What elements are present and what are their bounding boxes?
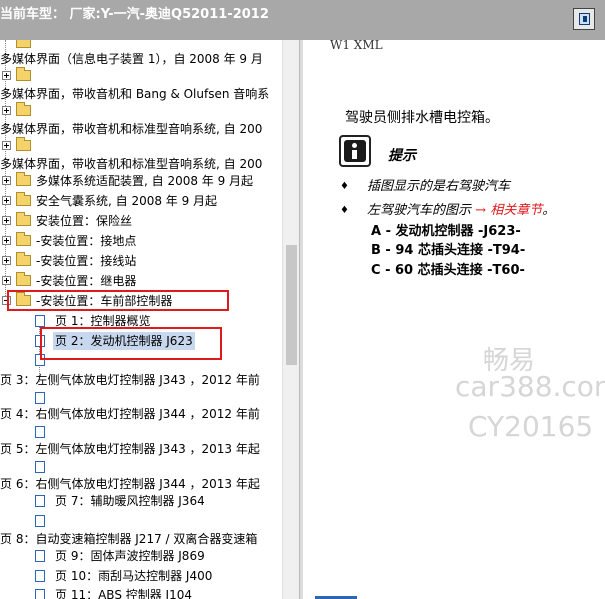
tree-item-folder[interactable] [0,102,282,120]
tree-item-fuse[interactable]: 安装位置：保险丝 [0,212,282,230]
legend-item-a: A - 发动机控制器 -J623- [371,224,521,239]
highlight-box [7,290,229,311]
related-section-link[interactable]: 相关章节 [490,203,542,218]
folder-icon [16,232,31,246]
folder-icon [16,192,31,206]
tree-item-multimedia-bo[interactable]: 多媒体界面，带收音机和 Bang & Olufsen 音响系 [0,85,282,103]
tree-item-multimedia-std-2[interactable]: 多媒体界面，带收音机和标准型音响系统, 自 200 [0,155,282,173]
tree-item-page-10[interactable]: 页 10：雨刮马达控制器 J400 [0,567,282,585]
folder-icon [16,67,31,81]
page-icon [35,461,45,473]
tree-item-ground[interactable]: -安装位置：接地点 [0,232,282,250]
tree-item-adapter[interactable]: 多媒体系统适配装置, 自 2008 年 9 月起 [0,172,282,190]
expand-icon[interactable] [2,236,11,245]
folder-icon [16,252,31,266]
page-icon [35,315,45,327]
page-icon [35,495,45,507]
highlight-box [40,327,222,360]
tree-item-multimedia-std-1[interactable]: 多媒体界面，带收音机和标准型音响系统, 自 200 [0,120,282,138]
page-icon [35,426,45,438]
expand-icon[interactable] [2,276,11,285]
expand-icon[interactable] [2,141,11,150]
tree-scrollbar[interactable] [282,40,300,599]
expand-icon[interactable] [2,196,11,205]
arrow-icon: → [475,203,487,218]
tree-item-page-3[interactable]: 页 3：左侧气体放电灯控制器 J343 ，2012 年前 [0,371,282,389]
page-icon [35,515,45,527]
tree-item-page-5[interactable]: 页 5：左侧气体放电灯控制器 J343 ，2013 年起 [0,440,282,458]
folder-icon [16,102,31,116]
tree-item-page-9[interactable]: 页 9：固体声波控制器 J869 [0,547,282,565]
bullet-text-link: 左驾驶汽车的图示 → 相关章节。 [367,203,556,218]
tree-item-folder[interactable] [0,67,282,85]
expand-icon[interactable] [2,71,11,80]
tree-item-page-4[interactable]: 页 4：右侧气体放电灯控制器 J344 ，2012 年前 [0,405,282,423]
info-icon [339,135,371,167]
folder-icon [16,172,31,186]
tree-item-junction[interactable]: -安装位置：接线站 [0,252,282,270]
tree-item-airbag[interactable]: 安全气囊系统, 自 2008 年 9 月起 [0,192,282,210]
restore-window-button[interactable] [573,8,595,30]
folder-icon [16,40,31,48]
title-text: 当前车型： 厂家:Y-一汽-奥迪Q52011-2012 [0,7,269,22]
watermark-line2: car388.com [455,370,605,403]
expand-icon[interactable] [2,256,11,265]
doc-header: W1 XML [330,40,383,52]
page-icon [35,570,45,582]
title-bar: 当前车型： 厂家:Y-一汽-奥迪Q52011-2012 [0,0,605,40]
expand-icon[interactable] [2,176,11,185]
tree-item-page-11[interactable]: 页 11：ABS 控制器 J104 [0,586,282,599]
tree-item-page-6[interactable]: 页 6：右侧气体放电灯控制器 J344 ，2013 年起 [0,475,282,493]
tree-panel[interactable]: 多媒体界面（信息电子装置 1），自 2008 年 9 月 多媒体界面，带收音机和… [0,40,282,599]
tree-item-folder[interactable] [0,137,282,155]
bullet-icon: ♦ [340,181,349,192]
page-icon [35,589,45,599]
expand-icon[interactable] [2,106,11,115]
tree-item-relay[interactable]: -安装位置：继电器 [0,272,282,290]
doc-title: 驾驶员侧排水槽电控箱。 [345,110,499,126]
tree-item-multimedia-1[interactable]: 多媒体界面（信息电子装置 1），自 2008 年 9 月 [0,50,282,68]
tree-item-page-8[interactable]: 页 8：自动变速箱控制器 J217 / 双离合器变速箱 [0,530,282,548]
document-pane: W1 XML 驾驶员侧排水槽电控箱。 提示 ♦ 插图显示的是右驾驶汽车 ♦ 左驾… [303,40,605,599]
tip-label: 提示 [388,148,416,164]
page-icon [35,550,45,562]
scrollbar-thumb[interactable] [286,245,297,365]
folder-icon [16,272,31,286]
folder-icon [16,212,31,226]
window-icon [579,13,590,25]
bullet-icon: ♦ [340,205,349,216]
tree-item-page-7[interactable]: 页 7：辅助暖风控制器 J364 [0,492,282,510]
expand-icon[interactable] [2,216,11,225]
folder-icon [16,137,31,151]
bullet-text: 插图显示的是右驾驶汽车 [367,179,511,194]
legend-item-b: B - 94 芯插头连接 -T94- [371,243,526,258]
legend-item-c: C - 60 芯插头连接 -T60- [371,263,525,278]
watermark-line3: CY20165 [468,410,594,443]
page-icon [35,392,45,404]
